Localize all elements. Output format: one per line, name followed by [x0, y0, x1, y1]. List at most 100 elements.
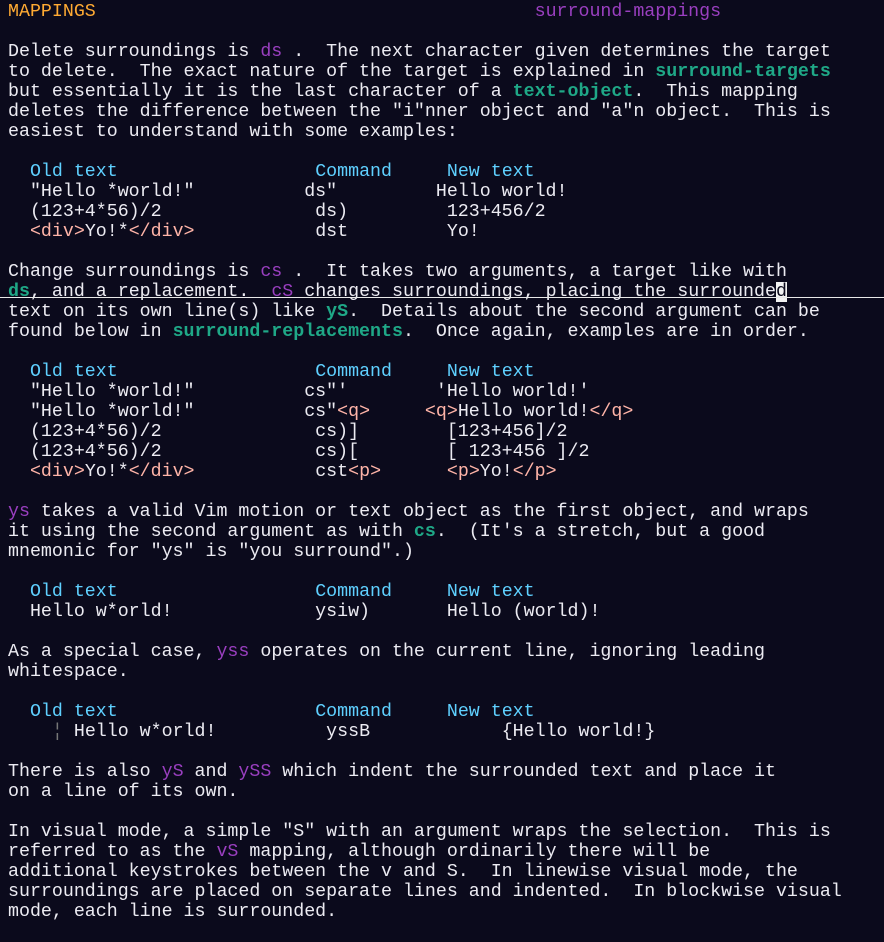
column-header: Old text — [29, 702, 118, 722]
section-heading: MAPPINGS — [8, 2, 96, 22]
help-tag: surround-mappings — [534, 2, 722, 22]
text: Yo! — [479, 462, 513, 482]
text: text on its own line(s) like — [8, 302, 327, 322]
html-tag: <div> — [29, 222, 85, 242]
text: Yo!* — [84, 462, 129, 482]
text: and — [183, 762, 239, 782]
text: (123+4*56)/2 ds) 123+456/2 — [8, 202, 546, 222]
text-line: MAPPINGS surround-mappings — [8, 2, 884, 22]
text-line: (123+4*56)/2 ds) 123+456/2 — [8, 202, 884, 222]
text: There is also — [8, 762, 162, 782]
html-tag: <q> — [424, 402, 458, 422]
text — [118, 162, 315, 182]
column-header: Command — [315, 582, 392, 602]
text — [381, 462, 447, 482]
column-header: New text — [446, 162, 535, 182]
text: operates on the current line, ignoring l… — [249, 642, 765, 662]
text-line: Old text Command New text — [8, 162, 884, 182]
text: As a special case, — [8, 642, 217, 662]
text: Yo!* — [84, 222, 129, 242]
column-header: Old text — [29, 362, 118, 382]
text: changes surroundings, placing the surrou… — [293, 282, 776, 302]
text-line: but essentially it is the last character… — [8, 82, 884, 102]
text: mode, each line is surrounded. — [8, 902, 338, 922]
text — [118, 362, 315, 382]
help-link[interactable]: surround-replacements — [173, 322, 403, 342]
text: whitespace. — [8, 662, 129, 682]
text — [8, 162, 30, 182]
help-link[interactable]: surround-targets — [655, 62, 831, 82]
text-line: (123+4*56)/2 cs)] [123+456]/2 — [8, 422, 884, 442]
column-header: New text — [446, 362, 535, 382]
text: additional keystrokes between the v and … — [8, 862, 798, 882]
text — [8, 722, 52, 742]
help-link[interactable]: yS — [326, 302, 348, 322]
text-line: In visual mode, a simple "S" with an arg… — [8, 822, 884, 842]
text: Delete surroundings is — [8, 42, 261, 62]
text: cst — [194, 462, 349, 482]
html-tag: </p> — [512, 462, 557, 482]
text-line: to delete. The exact nature of the targe… — [8, 62, 884, 82]
help-link[interactable]: ds — [8, 282, 30, 302]
help-tag: ySS — [238, 762, 272, 782]
text-cursor: d — [775, 282, 787, 302]
text-line — [8, 802, 884, 822]
help-tag: cs — [260, 262, 283, 282]
text: easiest to understand with some examples… — [8, 122, 458, 142]
help-link[interactable]: cs — [414, 522, 436, 542]
text: Change surroundings is — [8, 262, 261, 282]
text: mnemonic for "ys" is "you surround".) — [8, 542, 414, 562]
text-line — [8, 242, 884, 262]
text-line: mnemonic for "ys" is "you surround".) — [8, 542, 884, 562]
text: . It takes two arguments, a target like … — [282, 262, 787, 282]
indent-guide: ¦ — [51, 722, 63, 742]
text — [8, 462, 30, 482]
column-header: New text — [446, 582, 535, 602]
text: (123+4*56)/2 cs)] [123+456]/2 — [8, 422, 568, 442]
text-line: whitespace. — [8, 662, 884, 682]
vim-help-buffer[interactable]: MAPPINGS surround-mappings Delete surroun… — [0, 2, 884, 942]
text: on a line of its own. — [8, 782, 239, 802]
text: "Hello *world!" ds" Hello world! — [8, 182, 568, 202]
text: deletes the difference between the "i"nn… — [8, 102, 831, 122]
help-link[interactable]: text-object — [513, 82, 634, 102]
text-line — [8, 482, 884, 502]
text-line: Delete surroundings is ds . The next cha… — [8, 42, 884, 62]
text — [370, 402, 425, 422]
column-header: Command — [315, 362, 392, 382]
text: Hello w*orld! yssB {Hello world!} — [62, 722, 656, 742]
text-line — [8, 22, 884, 42]
text-line: Old text Command New text — [8, 702, 884, 722]
text-line: found below in surround-replacements. On… — [8, 322, 884, 342]
text: which indent the surrounded text and pla… — [271, 762, 776, 782]
text-line — [8, 142, 884, 162]
column-header: Old text — [29, 162, 118, 182]
help-tag: yss — [216, 642, 250, 662]
text-line: "Hello *world!" cs"<q> <q>Hello world!</… — [8, 402, 884, 422]
html-tag: <q> — [337, 402, 371, 422]
text: "Hello *world!" cs" — [8, 402, 338, 422]
text-line: "Hello *world!" ds" Hello world! — [8, 182, 884, 202]
column-header: New text — [446, 702, 535, 722]
html-tag: </div> — [128, 222, 195, 242]
text-line: mode, each line is surrounded. — [8, 902, 884, 922]
text — [96, 2, 535, 22]
text-line: ys takes a valid Vim motion or text obje… — [8, 502, 884, 522]
text-line: additional keystrokes between the v and … — [8, 862, 884, 882]
text: (123+4*56)/2 cs)[ [ 123+456 ]/2 — [8, 442, 590, 462]
text — [392, 582, 447, 602]
text-line: Old text Command New text — [8, 582, 884, 602]
text: found below in — [8, 322, 173, 342]
help-tag: vS — [216, 842, 239, 862]
column-header: Old text — [29, 582, 118, 602]
text — [392, 702, 447, 722]
text-line — [8, 562, 884, 582]
text-line — [8, 922, 884, 942]
text-line: surroundings are placed on separate line… — [8, 882, 884, 902]
text: dst Yo! — [194, 222, 480, 242]
column-header: Command — [315, 702, 392, 722]
text-line: Change surroundings is cs . It takes two… — [8, 262, 884, 282]
text-line: As a special case, yss operates on the c… — [8, 642, 884, 662]
text: Hello world! — [457, 402, 590, 422]
text: surroundings are placed on separate line… — [8, 882, 842, 902]
